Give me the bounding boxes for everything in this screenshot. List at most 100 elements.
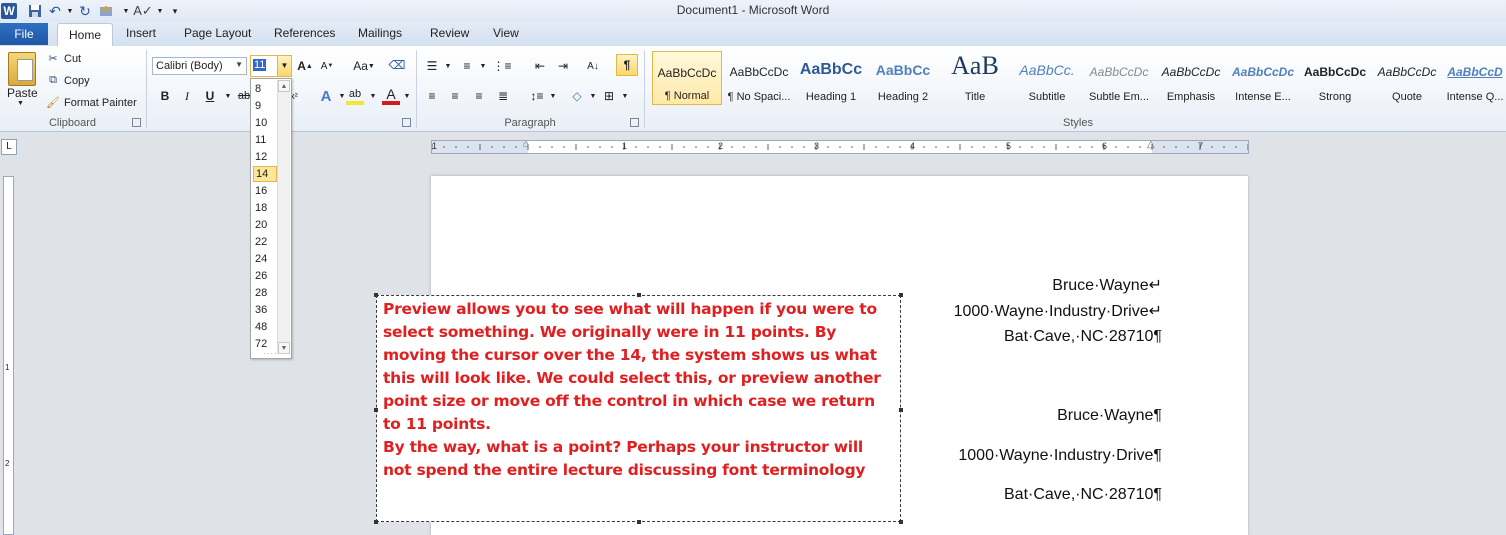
tab-page-layout[interactable]: Page Layout — [184, 26, 251, 40]
resize-handle[interactable] — [637, 293, 641, 297]
highlight-icon[interactable]: ab — [346, 87, 364, 105]
paintbrush-icon: 🖌 — [46, 97, 60, 109]
font-size-option[interactable]: 8 — [253, 81, 279, 97]
tab-home[interactable]: Home — [57, 23, 114, 46]
address-line[interactable]: 1000·Wayne·Industry·Drive↵ — [954, 301, 1162, 321]
font-size-option[interactable]: 24 — [253, 251, 279, 267]
tab-references[interactable]: References — [274, 26, 335, 40]
dropdown-scrollbar[interactable]: ▲ ▼ — [277, 80, 290, 354]
scissors-icon: ✂ — [48, 53, 58, 65]
italic-button[interactable]: I — [178, 87, 196, 105]
show-hide-marks-button[interactable]: ¶ — [616, 54, 638, 76]
paragraph-launcher-icon[interactable] — [630, 118, 639, 127]
font-size-combo[interactable]: 11 ▼ — [250, 55, 292, 77]
address-line[interactable]: 1000·Wayne·Industry·Drive¶ — [958, 447, 1162, 465]
shrink-font-button[interactable]: A ▼ — [318, 57, 336, 75]
tab-mailings[interactable]: Mailings — [358, 26, 402, 40]
format-painter-button[interactable]: 🖌 Format Painter — [46, 96, 137, 110]
clear-formatting-icon[interactable]: ⌫ — [388, 56, 406, 74]
font-size-option[interactable]: 18 — [253, 200, 279, 216]
ruler-number: 5 — [1006, 141, 1012, 151]
font-size-option[interactable]: 22 — [253, 234, 279, 250]
font-size-option[interactable]: 20 — [253, 217, 279, 233]
right-indent-icon[interactable]: △ — [1147, 139, 1155, 150]
font-size-option[interactable]: 36 — [253, 302, 279, 318]
numbering-dropdown-icon[interactable]: ▼ — [474, 57, 492, 75]
multilevel-list-icon[interactable]: ⋮≡ — [493, 57, 512, 75]
font-size-value[interactable]: 11 — [253, 59, 267, 71]
font-size-dropdown-icon[interactable]: ▼ — [277, 56, 291, 76]
annotation-textbox[interactable]: Preview allows you to see what will happ… — [374, 293, 903, 524]
font-size-option[interactable]: 10 — [253, 115, 279, 131]
tab-view[interactable]: View — [493, 26, 519, 40]
line-spacing-dropdown-icon[interactable]: ▼ — [544, 87, 562, 105]
address-line[interactable]: Bruce·Wayne¶ — [1057, 407, 1162, 425]
font-size-option[interactable]: 48 — [253, 319, 279, 335]
grow-font-button[interactable]: A ▲ — [296, 57, 314, 75]
bold-button[interactable]: B — [156, 87, 174, 105]
format-painter-label: Format Painter — [64, 96, 137, 109]
paragraph-group-label: Paragraph — [504, 117, 556, 129]
font-size-option-highlighted[interactable]: 14 — [253, 166, 277, 182]
cut-label: Cut — [64, 52, 82, 65]
vertical-ruler[interactable]: 1 2 — [3, 176, 14, 535]
scroll-down-icon[interactable]: ▼ — [278, 342, 290, 354]
change-case-button[interactable]: Aa ▼ — [351, 57, 377, 75]
font-size-option[interactable]: 12 — [253, 149, 279, 165]
styles-group-label: Styles — [1063, 117, 1093, 129]
paste-button[interactable]: Paste — [7, 86, 38, 100]
horizontal-ruler[interactable]: 1 1 2 3 4 5 6 7 ⌂ △ — [431, 139, 1249, 154]
font-launcher-icon[interactable] — [402, 118, 411, 127]
clipboard-launcher-icon[interactable] — [132, 118, 141, 127]
resize-handle[interactable] — [374, 408, 378, 412]
paste-icon[interactable] — [8, 52, 36, 86]
resize-handle[interactable] — [899, 408, 903, 412]
tab-file[interactable]: File — [0, 23, 48, 45]
resize-handle[interactable] — [899, 293, 903, 297]
underline-button[interactable]: U — [201, 87, 219, 105]
address-line[interactable]: Bruce·Wayne↵ — [1052, 275, 1162, 295]
ruler-number: 6 — [1102, 141, 1108, 151]
tab-selector-icon[interactable]: L — [1, 139, 17, 155]
font-size-option[interactable]: 11 — [253, 132, 279, 148]
borders-dropdown-icon[interactable]: ▼ — [616, 87, 634, 105]
address-line[interactable]: Bat·Cave,·NC·28710¶ — [1004, 486, 1162, 504]
resize-grip-icon[interactable]: ···· — [263, 349, 278, 358]
cut-button[interactable]: ✂ Cut — [46, 52, 82, 66]
tab-review[interactable]: Review — [430, 26, 469, 40]
clipboard-group-label: Clipboard — [48, 117, 97, 129]
copy-button[interactable]: ⧉ Copy — [46, 74, 90, 87]
resize-handle[interactable] — [374, 520, 378, 524]
bullets-dropdown-icon[interactable]: ▼ — [439, 57, 457, 75]
increase-indent-icon[interactable]: ⇥ — [554, 57, 572, 75]
font-name-value: Calibri (Body) — [156, 60, 223, 72]
resize-handle[interactable] — [899, 520, 903, 524]
align-center-icon[interactable]: ≡ — [446, 87, 464, 105]
resize-handle[interactable] — [374, 293, 378, 297]
textbox-paragraph[interactable]: Preview allows you to see what will happ… — [383, 298, 895, 436]
ruler-number: 3 — [814, 141, 820, 151]
sort-icon[interactable]: A↓ — [584, 57, 602, 75]
scroll-up-icon[interactable]: ▲ — [278, 80, 290, 92]
font-size-dropdown-list: 8 9 10 11 12 14 16 18 20 22 24 26 28 36 … — [250, 78, 292, 359]
font-size-option[interactable]: 28 — [253, 285, 279, 301]
tab-insert[interactable]: Insert — [126, 26, 156, 40]
ruler-number: 2 — [718, 141, 724, 151]
font-name-combo[interactable]: Calibri (Body) ▼ — [152, 57, 247, 75]
resize-handle[interactable] — [637, 520, 641, 524]
decrease-indent-icon[interactable]: ⇤ — [531, 57, 549, 75]
highlight-dropdown-icon[interactable]: ▼ — [364, 87, 382, 105]
justify-icon[interactable]: ≣ — [494, 87, 512, 105]
font-size-option[interactable]: 9 — [253, 98, 279, 114]
font-name-dropdown-icon[interactable]: ▼ — [235, 60, 243, 69]
textbox-paragraph[interactable]: By the way, what is a point? Perhaps you… — [383, 436, 895, 482]
change-case-label: Aa — [353, 59, 368, 73]
first-line-indent-icon[interactable]: ⌂ — [523, 139, 529, 150]
align-left-icon[interactable]: ≡ — [423, 87, 441, 105]
address-line[interactable]: Bat·Cave,·NC·28710¶ — [1004, 328, 1162, 346]
font-size-option[interactable]: 26 — [253, 268, 279, 284]
font-color-dropdown-icon[interactable]: ▼ — [398, 87, 416, 105]
paste-dropdown-icon[interactable]: ▼ — [17, 100, 24, 107]
font-size-option[interactable]: 16 — [253, 183, 279, 199]
align-right-icon[interactable]: ≡ — [470, 87, 488, 105]
